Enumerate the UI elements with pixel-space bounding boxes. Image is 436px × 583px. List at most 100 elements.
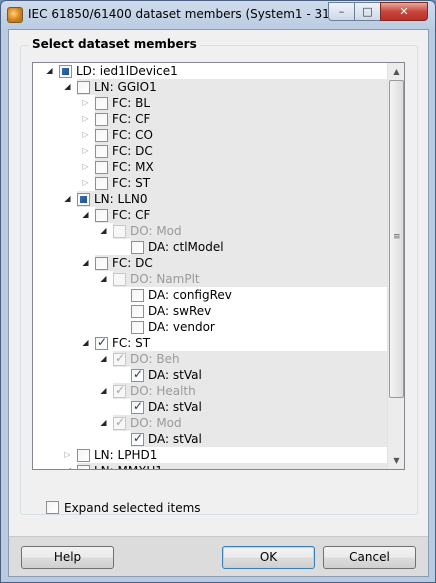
- app-icon: [7, 7, 23, 23]
- tree-item-label: DO: Mod: [130, 224, 182, 238]
- tree-row[interactable]: ◢ DO: Beh: [33, 351, 387, 367]
- tree-item-label: FC: CF: [112, 208, 151, 222]
- tree-item-checkbox: [113, 225, 126, 238]
- grip-icon: ≡: [393, 232, 401, 242]
- collapse-arrow-icon[interactable]: ◢: [99, 354, 108, 364]
- tree-row[interactable]: ◢ FC: ST: [33, 335, 387, 351]
- tree-row[interactable]: ◢ LN: GGIO1: [33, 79, 387, 95]
- tree-item-checkbox[interactable]: [77, 449, 90, 462]
- tree-row[interactable]: ◢ DO: Mod: [33, 415, 387, 431]
- tree-item-checkbox: [113, 415, 126, 430]
- expand-arrow-icon[interactable]: ▷: [81, 98, 90, 108]
- tree-row[interactable]: ◢ LN: LLN0: [33, 191, 387, 207]
- tree-item-checkbox[interactable]: [77, 465, 90, 469]
- tree-item-label: DO: NamPlt: [130, 272, 200, 286]
- tree-item-label: DA: vendor: [148, 320, 215, 334]
- tree-item-checkbox[interactable]: [95, 145, 108, 158]
- tree-row[interactable]: DA: stVal: [33, 367, 387, 383]
- scrollbar-thumb[interactable]: ≡: [389, 80, 404, 398]
- dialog-window: IEC 61850/61400 dataset members (System1…: [0, 0, 436, 583]
- tree-item-label: FC: DC: [112, 144, 153, 158]
- scroll-up-icon[interactable]: ▲: [388, 63, 404, 80]
- tree-row[interactable]: DA: stVal: [33, 431, 387, 447]
- ok-button[interactable]: OK: [222, 546, 315, 569]
- close-button[interactable]: ✕: [380, 2, 428, 21]
- expand-arrow-icon[interactable]: ▷: [81, 114, 90, 124]
- collapse-arrow-icon[interactable]: ◢: [63, 194, 72, 204]
- tree-item-checkbox: [113, 351, 126, 366]
- tree-item-checkbox[interactable]: [77, 193, 90, 206]
- tree-item-label: DA: swRev: [148, 304, 212, 318]
- collapse-arrow-icon[interactable]: ◢: [63, 82, 72, 92]
- tree-item-checkbox[interactable]: [131, 241, 144, 254]
- tree-row[interactable]: DA: swRev: [33, 303, 387, 319]
- tree-row[interactable]: DA: configRev: [33, 287, 387, 303]
- title-bar[interactable]: IEC 61850/61400 dataset members (System1…: [1, 1, 435, 29]
- tree-row[interactable]: ▷ LN: LPHD1: [33, 447, 387, 463]
- cancel-button[interactable]: Cancel: [323, 546, 416, 569]
- tree-item-checkbox[interactable]: [131, 399, 144, 414]
- collapse-arrow-icon[interactable]: ◢: [63, 466, 72, 469]
- expand-arrow-icon[interactable]: ▷: [81, 130, 90, 140]
- tree-row[interactable]: ▷ FC: CF: [33, 111, 387, 127]
- expand-selected-checkbox[interactable]: [46, 501, 59, 514]
- tree-item-label: DA: configRev: [148, 288, 232, 302]
- tree-item-checkbox[interactable]: [95, 257, 108, 270]
- tree-item-checkbox[interactable]: [95, 335, 108, 350]
- tree-item-label: LN: MMXU1: [94, 463, 163, 469]
- tree-row[interactable]: ▷ FC: DC: [33, 143, 387, 159]
- tree-row[interactable]: ▷ FC: CO: [33, 127, 387, 143]
- tree-row[interactable]: DA: stVal: [33, 399, 387, 415]
- expand-arrow-icon[interactable]: ▷: [81, 146, 90, 156]
- tree-item-checkbox[interactable]: [95, 129, 108, 142]
- collapse-arrow-icon[interactable]: ◢: [81, 210, 90, 220]
- expand-arrow-icon[interactable]: ▷: [81, 162, 90, 172]
- dialog-client-area: Select dataset members ◢ LD: ied1lDevice1…: [8, 29, 429, 577]
- collapse-arrow-icon[interactable]: ◢: [99, 386, 108, 396]
- tree-row[interactable]: ◢ LD: ied1lDevice1: [33, 63, 387, 79]
- tree-item-checkbox[interactable]: [95, 97, 108, 110]
- expand-selected-label: Expand selected items: [64, 501, 201, 515]
- tree-item-checkbox[interactable]: [95, 177, 108, 190]
- tree-item-checkbox[interactable]: [131, 431, 144, 446]
- tree-row[interactable]: ◢ LN: MMXU1: [33, 463, 387, 469]
- tree-row[interactable]: ◢ DO: Mod: [33, 223, 387, 239]
- vertical-scrollbar[interactable]: ▲ ≡ ▼: [387, 63, 404, 469]
- tree-item-checkbox[interactable]: [95, 113, 108, 126]
- tree-item-checkbox[interactable]: [59, 65, 72, 78]
- tree-item-checkbox[interactable]: [95, 209, 108, 222]
- tree-row[interactable]: ◢ FC: DC: [33, 255, 387, 271]
- tree-row[interactable]: ▷ FC: ST: [33, 175, 387, 191]
- collapse-arrow-icon[interactable]: ◢: [81, 338, 90, 348]
- tree-item-label: LN: LPHD1: [94, 448, 158, 462]
- tree-row[interactable]: ▷ FC: BL: [33, 95, 387, 111]
- tree-item-label: LN: GGIO1: [94, 80, 157, 94]
- expand-arrow-icon[interactable]: ▷: [63, 450, 72, 460]
- tree-item-checkbox[interactable]: [77, 81, 90, 94]
- tree-row[interactable]: DA: vendor: [33, 319, 387, 335]
- collapse-arrow-icon[interactable]: ◢: [99, 226, 108, 236]
- tree-item-checkbox[interactable]: [131, 321, 144, 334]
- tree-item-checkbox[interactable]: [131, 367, 144, 382]
- tree-item-checkbox[interactable]: [131, 305, 144, 318]
- button-bar: Help OK Cancel: [9, 536, 428, 576]
- minimize-button[interactable]: –: [328, 2, 355, 21]
- tree-row[interactable]: DA: ctlModel: [33, 239, 387, 255]
- collapse-arrow-icon[interactable]: ◢: [99, 418, 108, 428]
- tree-row[interactable]: ◢ DO: Health: [33, 383, 387, 399]
- tree-row[interactable]: ◢ FC: CF: [33, 207, 387, 223]
- tree-item-checkbox[interactable]: [131, 289, 144, 302]
- tree-item-label: FC: ST: [112, 336, 151, 350]
- tree-row[interactable]: ▷ FC: MX: [33, 159, 387, 175]
- dataset-tree[interactable]: ◢ LD: ied1lDevice1 ◢ LN: GGIO1 ▷ FC: BL ▷ FC: C…: [32, 62, 405, 470]
- maximize-button[interactable]: □: [354, 2, 381, 21]
- collapse-arrow-icon[interactable]: ◢: [99, 274, 108, 284]
- tree-row[interactable]: ◢ DO: NamPlt: [33, 271, 387, 287]
- scroll-down-icon[interactable]: ▼: [388, 452, 404, 469]
- expand-arrow-icon[interactable]: ▷: [81, 178, 90, 188]
- help-button[interactable]: Help: [21, 546, 114, 569]
- tree-item-label: FC: CO: [112, 128, 153, 142]
- collapse-arrow-icon[interactable]: ◢: [45, 66, 54, 76]
- collapse-arrow-icon[interactable]: ◢: [81, 258, 90, 268]
- tree-item-checkbox[interactable]: [95, 161, 108, 174]
